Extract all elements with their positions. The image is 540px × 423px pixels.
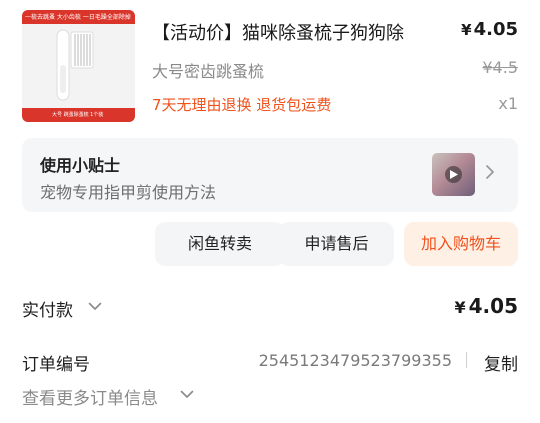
tips-title: 使用小贴士 <box>40 156 121 175</box>
product-image-bottom-text: 大号 跳蚤除蚤梳 1个装 <box>52 112 104 118</box>
divider <box>466 352 467 368</box>
product-title[interactable]: 【活动价】猫咪除蚤梳子狗狗除 <box>152 19 404 45</box>
product-image-bottom-band: 大号 跳蚤除蚤梳 1个装 <box>22 108 135 122</box>
chevron-down-icon[interactable] <box>180 390 194 399</box>
flea-comb-illustration <box>56 29 94 101</box>
after-sale-button[interactable]: 申请售后 <box>279 222 394 266</box>
product-image[interactable]: 一梳去跳蚤 大小齿梳 一日毛躁全部除掉 大号 跳蚤除蚤梳 1个装 <box>22 10 135 122</box>
add-to-cart-button[interactable]: 加入购物车 <box>404 222 518 266</box>
quantity: x1 <box>498 94 518 113</box>
product-price: ¥4.05 <box>461 19 518 40</box>
service-promise: 7天无理由退换 退货包运费 <box>152 96 332 114</box>
paid-amount: ¥4.05 <box>455 294 519 318</box>
play-icon <box>445 166 462 183</box>
copy-button[interactable]: 复制 <box>484 350 518 375</box>
order-number-label: 订单编号 <box>22 355 90 375</box>
chevron-right-icon <box>486 165 494 179</box>
tips-description: 宠物专用指甲剪使用方法 <box>40 183 217 202</box>
paid-amount-value: 4.05 <box>468 294 518 318</box>
currency-symbol: ¥ <box>461 21 472 39</box>
resell-button[interactable]: 闲鱼转卖 <box>155 222 285 266</box>
paid-amount-label[interactable]: 实付款 <box>22 296 73 321</box>
usage-tips-card[interactable]: 使用小贴士 宠物专用指甲剪使用方法 <box>22 138 518 212</box>
order-number: 2545123479523799355 <box>258 351 452 370</box>
chevron-down-icon[interactable] <box>88 302 102 311</box>
video-thumbnail[interactable] <box>432 153 475 196</box>
more-order-info-link[interactable]: 查看更多订单信息 <box>22 384 158 409</box>
original-price: ¥4.5 <box>482 58 518 77</box>
price-value: 4.05 <box>473 19 518 40</box>
product-subtitle: 大号密齿跳蚤梳 <box>152 62 265 81</box>
paid-currency-symbol: ¥ <box>454 298 466 317</box>
